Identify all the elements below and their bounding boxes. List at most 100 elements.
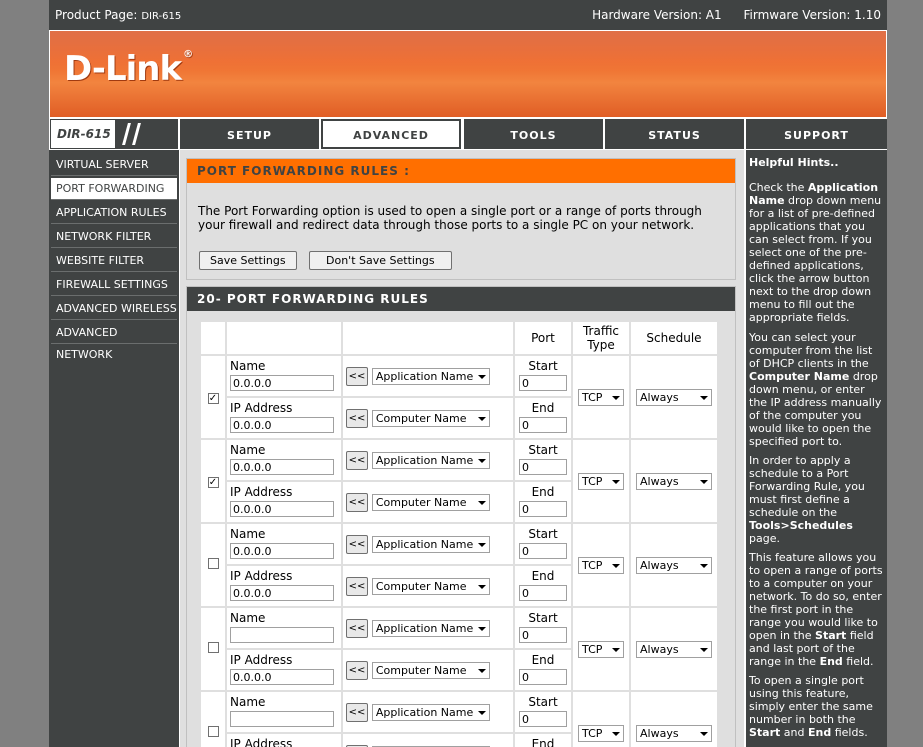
- schedule-select[interactable]: Always: [636, 640, 712, 658]
- rule-enable-checkbox[interactable]: ✓: [207, 393, 219, 404]
- traffic-type-select[interactable]: TCP: [578, 472, 624, 490]
- rules-box: 20- PORT FORWARDING RULES Port Traffic T…: [186, 286, 736, 747]
- schedule-select[interactable]: Always: [636, 556, 712, 574]
- rule-ip-cell: IP Address: [227, 734, 341, 747]
- rule-row: Name << Application Name Start TCP Always: [201, 608, 717, 690]
- traffic-type-select[interactable]: TCP: [578, 556, 624, 574]
- rule-name-cell: Name: [227, 440, 341, 480]
- ip-address-label: IP Address: [230, 401, 293, 415]
- section-title-port-forwarding: PORT FORWARDING RULES :: [187, 159, 735, 183]
- hints-title: Helpful Hints..: [749, 156, 839, 169]
- application-name-select[interactable]: Application Name: [371, 619, 490, 637]
- rule-start-port-input[interactable]: [519, 375, 567, 391]
- rule-name-input[interactable]: [230, 711, 334, 727]
- rule-name-input[interactable]: [230, 543, 334, 559]
- application-name-select[interactable]: Application Name: [371, 367, 490, 385]
- fill-computer-button[interactable]: <<: [346, 408, 368, 428]
- traffic-type-select[interactable]: TCP: [578, 640, 624, 658]
- rule-enable-checkbox[interactable]: [207, 642, 219, 653]
- sidebar-item-website-filter[interactable]: WEBSITE FILTER: [51, 250, 177, 272]
- chevron-down-icon: [477, 416, 486, 421]
- fill-computer-button[interactable]: <<: [346, 660, 368, 680]
- rule-name-cell: Name: [227, 608, 341, 648]
- save-settings-button[interactable]: Save Settings: [199, 251, 297, 270]
- chevron-down-icon: [612, 647, 620, 652]
- rule-application-cell: << Application Name: [343, 440, 513, 480]
- rule-end-cell: End: [515, 566, 571, 606]
- rule-name-input[interactable]: [230, 459, 334, 475]
- schedule-select[interactable]: Always: [636, 388, 712, 406]
- rule-traffic-cell: TCP: [573, 356, 629, 438]
- fill-application-button[interactable]: <<: [346, 366, 368, 386]
- rule-end-port-input[interactable]: [519, 585, 567, 601]
- hint-schedule: In order to apply a schedule to a Port F…: [749, 454, 865, 545]
- tab-setup[interactable]: SETUP: [179, 119, 319, 149]
- sidebar-item-advanced-network[interactable]: ADVANCED NETWORK: [51, 322, 177, 361]
- computer-name-select[interactable]: Computer Name: [371, 409, 490, 427]
- sidebar-item-network-filter[interactable]: NETWORK FILTER: [51, 226, 177, 248]
- tab-advanced[interactable]: ADVANCED: [321, 119, 461, 149]
- rule-name-input[interactable]: [230, 627, 334, 643]
- ip-address-label: IP Address: [230, 653, 293, 667]
- schedule-select[interactable]: Always: [636, 472, 712, 490]
- rule-enable-checkbox[interactable]: [207, 726, 219, 737]
- sidebar-item-advanced-wireless[interactable]: ADVANCED WIRELESS: [51, 298, 177, 320]
- rule-application-cell: << Application Name: [343, 692, 513, 732]
- rule-end-port-input[interactable]: [519, 669, 567, 685]
- traffic-type-select[interactable]: TCP: [578, 388, 624, 406]
- tab-support[interactable]: SUPPORT: [745, 119, 887, 149]
- rule-schedule-cell: Always: [631, 692, 717, 747]
- rule-ip-input[interactable]: [230, 669, 334, 685]
- computer-name-select[interactable]: Computer Name: [371, 493, 490, 511]
- computer-name-select[interactable]: Computer Name: [371, 577, 490, 595]
- rule-end-cell: End: [515, 734, 571, 747]
- tab-tools[interactable]: TOOLS: [463, 119, 603, 149]
- fill-application-button[interactable]: <<: [346, 702, 368, 722]
- rule-end-port-input[interactable]: [519, 501, 567, 517]
- application-name-select[interactable]: Application Name: [371, 703, 490, 721]
- chevron-down-icon: [612, 563, 620, 568]
- rule-name-input[interactable]: [230, 375, 334, 391]
- rule-start-port-input[interactable]: [519, 627, 567, 643]
- rule-name-cell: Name: [227, 692, 341, 732]
- application-name-select[interactable]: Application Name: [371, 451, 490, 469]
- rule-enable-cell: [201, 524, 225, 606]
- fill-computer-button[interactable]: <<: [346, 576, 368, 596]
- dont-save-settings-button[interactable]: Don't Save Settings: [309, 251, 452, 270]
- rule-start-port-input[interactable]: [519, 459, 567, 475]
- sidebar-item-virtual-server[interactable]: VIRTUAL SERVER: [51, 154, 177, 176]
- hint-computer-name: You can select your computer from the li…: [749, 331, 882, 448]
- rule-row: ✓ Name << Application Name Start TCP Always: [201, 440, 717, 522]
- sidebar-item-port-forwarding[interactable]: PORT FORWARDING: [51, 178, 177, 200]
- sidebar-item-firewall-settings[interactable]: FIREWALL SETTINGS: [51, 274, 177, 296]
- rule-start-cell: Start: [515, 608, 571, 648]
- rule-ip-input[interactable]: [230, 501, 334, 517]
- schedule-select[interactable]: Always: [636, 724, 712, 742]
- tab-status[interactable]: STATUS: [604, 119, 744, 149]
- fill-application-button[interactable]: <<: [346, 534, 368, 554]
- traffic-type-select[interactable]: TCP: [578, 724, 624, 742]
- rule-enable-cell: ✓: [201, 440, 225, 522]
- rule-ip-input[interactable]: [230, 585, 334, 601]
- rule-enable-checkbox[interactable]: [207, 558, 219, 569]
- rule-traffic-cell: TCP: [573, 608, 629, 690]
- computer-name-select[interactable]: Computer Name: [371, 661, 490, 679]
- rule-enable-checkbox[interactable]: ✓: [207, 477, 219, 488]
- fill-computer-button[interactable]: <<: [346, 492, 368, 512]
- rule-ip-cell: IP Address: [227, 482, 341, 522]
- fill-application-button[interactable]: <<: [346, 618, 368, 638]
- rule-application-cell: << Application Name: [343, 608, 513, 648]
- rule-end-port-input[interactable]: [519, 417, 567, 433]
- end-label: End: [531, 485, 555, 499]
- rule-start-port-input[interactable]: [519, 543, 567, 559]
- rule-ip-input[interactable]: [230, 417, 334, 433]
- rule-computer-cell: << Computer Name: [343, 566, 513, 606]
- application-name-select[interactable]: Application Name: [371, 535, 490, 553]
- rule-end-cell: End: [515, 398, 571, 438]
- sidebar-item-application-rules[interactable]: APPLICATION RULES: [51, 202, 177, 224]
- ip-address-label: IP Address: [230, 569, 293, 583]
- rule-enable-cell: [201, 608, 225, 690]
- rule-schedule-cell: Always: [631, 608, 717, 690]
- fill-application-button[interactable]: <<: [346, 450, 368, 470]
- rule-start-port-input[interactable]: [519, 711, 567, 727]
